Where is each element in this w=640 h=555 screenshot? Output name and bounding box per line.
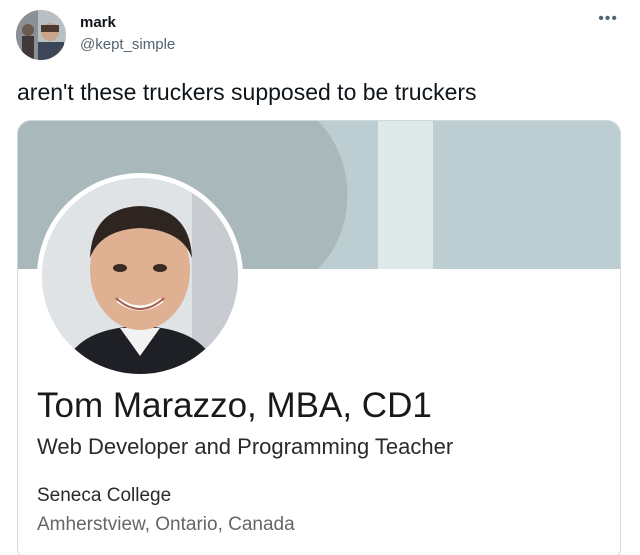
- profile-photo[interactable]: [37, 173, 243, 379]
- linkedin-profile-card[interactable]: Tom Marazzo, MBA, CD1 Web Developer and …: [17, 120, 621, 555]
- display-name[interactable]: mark: [80, 14, 116, 31]
- profile-photo-image: [42, 178, 238, 374]
- user-handle[interactable]: @kept_simple: [80, 36, 175, 53]
- profile-location: Amherstview, Ontario, Canada: [37, 514, 295, 535]
- more-horizontal-icon[interactable]: •••: [598, 10, 618, 28]
- avatar-image: [16, 10, 66, 60]
- tweet-text: aren't these truckers supposed to be tru…: [17, 79, 477, 105]
- user-avatar[interactable]: [16, 10, 66, 60]
- profile-organization[interactable]: Seneca College: [37, 485, 171, 507]
- profile-headline: Web Developer and Programming Teacher: [37, 434, 454, 459]
- profile-name[interactable]: Tom Marazzo, MBA, CD1: [37, 386, 432, 426]
- tweet: mark @kept_simple ••• aren't these truck…: [0, 0, 640, 555]
